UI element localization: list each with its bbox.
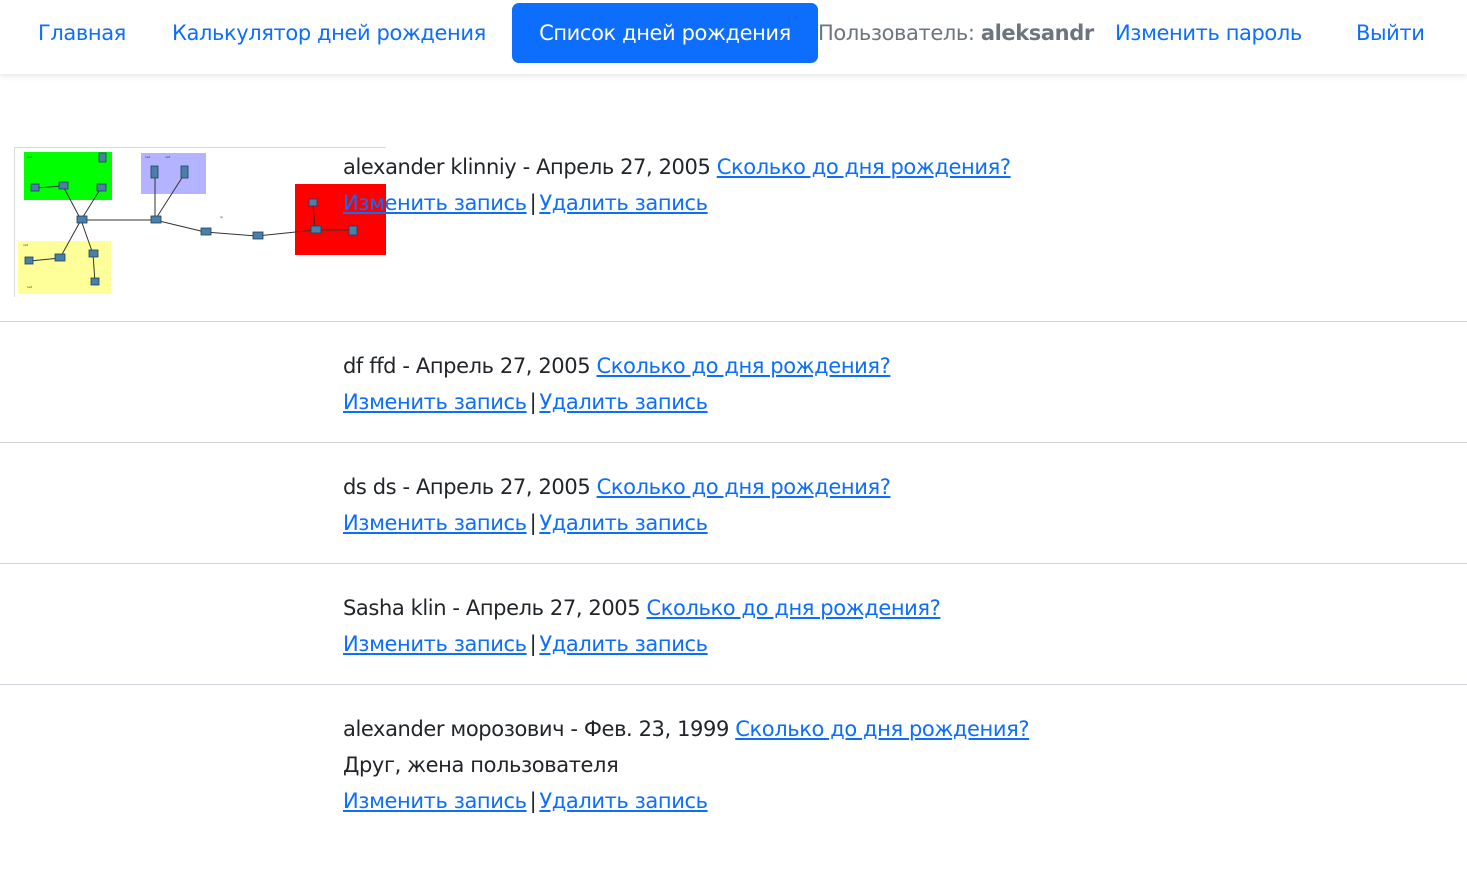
entry-4-name: Sasha klin [343, 596, 447, 620]
entry-2-date: Апрель 27, 2005 [415, 354, 591, 378]
user-prefix-label: Пользователь: [818, 21, 975, 45]
nav-user-info: Пользователь: aleksandr [818, 3, 1094, 63]
entry-3-delete-link[interactable]: Удалить запись [539, 511, 708, 535]
svg-text:net: net [165, 155, 171, 159]
entry-3-date: Апрель 27, 2005 [415, 475, 591, 499]
svg-text:net: net [27, 155, 33, 159]
entry-4-actions: Изменить запись | Удалить запись [343, 629, 708, 659]
entry-2-edit-link[interactable]: Изменить запись [343, 390, 527, 414]
network-diagram-image: net net net ip net net [18, 152, 386, 294]
actions-separator: | [529, 789, 537, 813]
entry-5-how-long-link[interactable]: Сколько до дня рождения? [735, 717, 1029, 741]
entry-divider [0, 442, 1467, 443]
entry-1-edit-link[interactable]: Изменить запись [343, 191, 527, 215]
entry-4-how-long-link[interactable]: Сколько до дня рождения? [647, 596, 941, 620]
svg-text:net: net [27, 285, 33, 289]
entry-5-date: Фев. 23, 1999 [583, 717, 729, 741]
entry-1-delete-link[interactable]: Удалить запись [539, 191, 708, 215]
actions-separator: | [529, 632, 537, 656]
entry-4-edit-link[interactable]: Изменить запись [343, 632, 527, 656]
entry-3-title: ds ds - Апрель 27, 2005 Сколько до дня р… [343, 475, 891, 499]
nav-home-link[interactable]: Главная [38, 3, 126, 63]
entry-4-title: Sasha klin - Апрель 27, 2005 Сколько до … [343, 596, 941, 620]
entry-1-date: Апрель 27, 2005 [536, 155, 711, 179]
entry-3-how-long-link[interactable]: Сколько до дня рождения? [597, 475, 891, 499]
svg-text:net: net [23, 243, 29, 247]
entry-5-title: alexander морозович - Фев. 23, 1999 Скол… [343, 717, 1030, 741]
entry-5-actions: Изменить запись | Удалить запись [343, 786, 708, 816]
entry-divider [0, 563, 1467, 564]
entry-1-actions: Изменить запись | Удалить запись [343, 188, 708, 218]
entry-2-name: df ffd [343, 354, 397, 378]
svg-text:ip: ip [220, 215, 223, 219]
entry-2-title: df ffd - Апрель 27, 2005 Сколько до дня … [343, 354, 891, 378]
entry-1-title: alexander klinniy - Апрель 27, 2005 Скол… [343, 155, 1011, 179]
entry-3-name: ds ds [343, 475, 397, 499]
entry-5-delete-link[interactable]: Удалить запись [539, 789, 708, 813]
nav-logout-link[interactable]: Выйти [1356, 3, 1425, 63]
svg-text:net: net [145, 155, 151, 159]
nav-list-link[interactable]: Список дней рождения [512, 3, 818, 63]
entry-divider [0, 684, 1467, 685]
entry-1-how-long-link[interactable]: Сколько до дня рождения? [717, 155, 1011, 179]
entry-3-actions: Изменить запись | Удалить запись [343, 508, 708, 538]
entry-photo: net net net ip net net [14, 147, 386, 297]
entry-4-delete-link[interactable]: Удалить запись [539, 632, 708, 656]
entry-2-how-long-link[interactable]: Сколько до дня рождения? [596, 354, 890, 378]
actions-separator: | [529, 390, 537, 414]
entry-2-actions: Изменить запись | Удалить запись [343, 387, 708, 417]
username-label: aleksandr [980, 21, 1094, 45]
actions-separator: | [529, 191, 537, 215]
actions-separator: | [529, 511, 537, 535]
entry-2-delete-link[interactable]: Удалить запись [539, 390, 708, 414]
entry-3-edit-link[interactable]: Изменить запись [343, 511, 527, 535]
top-navbar: Главная Калькулятор дней рождения Список… [0, 0, 1467, 74]
entry-4-date: Апрель 27, 2005 [465, 596, 641, 620]
entry-5-name: alexander морозович [343, 717, 565, 741]
entry-1-name: alexander klinniy [343, 155, 517, 179]
entry-divider [0, 321, 1467, 322]
entry-5-edit-link[interactable]: Изменить запись [343, 789, 527, 813]
entry-5-note: Друг, жена пользователя [343, 753, 619, 777]
nav-calculator-link[interactable]: Калькулятор дней рождения [172, 3, 486, 63]
nav-change-password-link[interactable]: Изменить пароль [1115, 3, 1302, 63]
